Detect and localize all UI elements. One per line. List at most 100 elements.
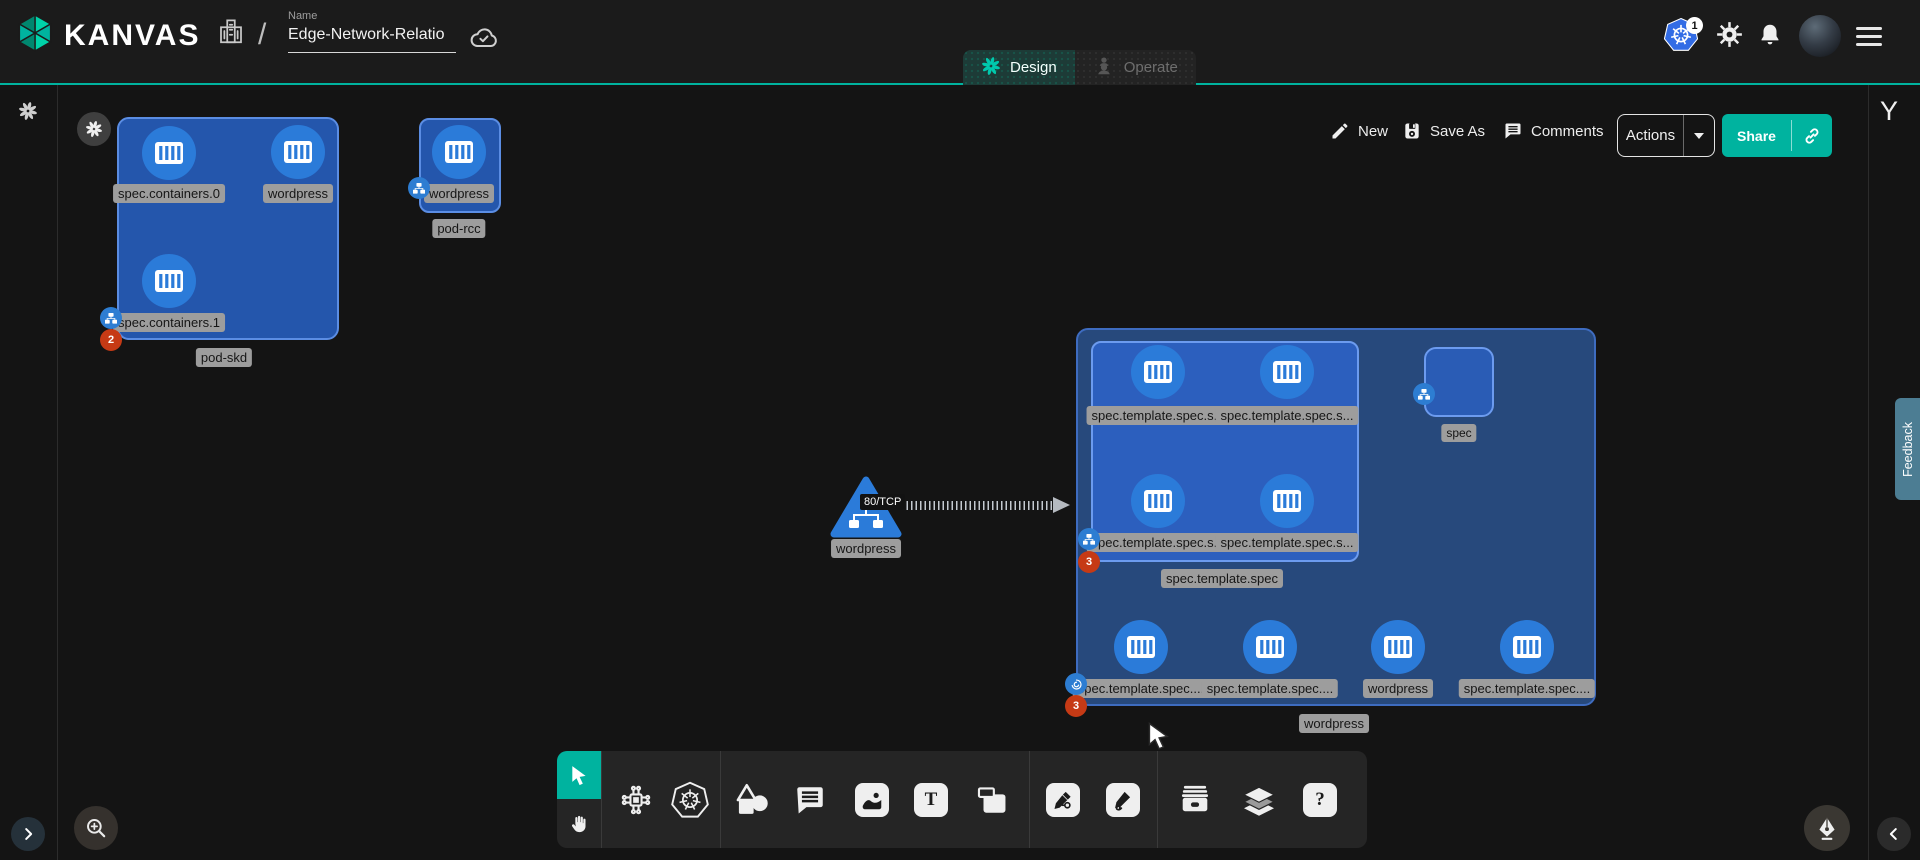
components-tool-button[interactable] [618, 751, 654, 848]
mouse-cursor [1146, 722, 1172, 755]
kanvas-app: KANVAS / Name Edge-Network-Relatio [0, 0, 1920, 860]
container-node[interactable] [1243, 620, 1297, 674]
node-label: spec.template.spec.s... [1216, 406, 1359, 425]
comment-tool-button[interactable] [793, 751, 827, 848]
chevron-down-icon [1694, 133, 1704, 139]
copy-link-button[interactable] [1792, 125, 1832, 147]
container-node[interactable] [1371, 620, 1425, 674]
note-icon [975, 783, 1009, 817]
tab-operate-label: Operate [1124, 59, 1178, 76]
service-node[interactable] [830, 476, 902, 545]
error-count-badge[interactable]: 3 [1078, 551, 1100, 573]
network-edge[interactable] [902, 501, 1054, 510]
design-name-field[interactable]: Name Edge-Network-Relatio [288, 10, 456, 53]
design-name-value[interactable]: Edge-Network-Relatio [288, 26, 456, 53]
node-label: spec.containers.0 [113, 184, 225, 203]
collapse-right-panel-button[interactable] [1877, 817, 1911, 851]
share-nodes-icon [1078, 528, 1100, 550]
container-node[interactable] [1500, 620, 1554, 674]
tab-design[interactable]: Design [963, 50, 1075, 85]
comments-button[interactable]: Comments [1503, 121, 1604, 141]
container-icon [1384, 636, 1412, 658]
container-node[interactable] [142, 254, 196, 308]
container-node[interactable] [271, 125, 325, 179]
note-tool-button[interactable] [975, 751, 1009, 848]
group-spec[interactable] [1424, 347, 1494, 417]
container-node[interactable] [1260, 474, 1314, 528]
canvas-toolbar: T [557, 751, 1367, 848]
group-label: wordpress [1299, 714, 1369, 733]
user-avatar[interactable] [1799, 15, 1841, 57]
container-node[interactable] [142, 126, 196, 180]
toolbar-divider [720, 751, 721, 848]
toolbar-divider [601, 751, 602, 848]
container-node[interactable] [1131, 345, 1185, 399]
cloud-save-status-icon [468, 22, 500, 59]
swirl-icon [1065, 673, 1087, 695]
freehand-tool-button[interactable] [1106, 751, 1140, 848]
group-label: pod-skd [196, 348, 252, 367]
help-tool-button[interactable]: ? [1303, 751, 1337, 848]
kubernetes-icon [671, 781, 709, 819]
zoom-in-button[interactable] [74, 806, 118, 850]
kubernetes-tool-button[interactable] [671, 751, 709, 848]
hamburger-menu-icon[interactable] [1856, 27, 1882, 46]
expand-left-panel-button[interactable] [11, 817, 45, 851]
canvas-flower-button[interactable] [77, 112, 111, 146]
image-tool-button[interactable] [855, 751, 889, 848]
organization-icon[interactable] [216, 16, 246, 51]
container-icon [1144, 490, 1172, 512]
save-as-button[interactable]: Save As [1402, 121, 1485, 141]
feedback-label: Feedback [1901, 422, 1915, 477]
operate-people-icon [1093, 55, 1115, 81]
container-icon [1144, 361, 1172, 383]
error-count-badge[interactable]: 3 [1065, 695, 1087, 717]
feedback-tab[interactable]: Feedback [1895, 398, 1920, 500]
brand[interactable]: KANVAS [16, 14, 200, 57]
actions-dropdown-toggle[interactable] [1684, 133, 1714, 139]
node-label: wordpress [424, 184, 494, 203]
text-tool-button[interactable]: T [914, 751, 948, 848]
edge-arrowhead-icon [1053, 497, 1070, 513]
container-icon [445, 141, 473, 163]
link-icon [1801, 125, 1823, 147]
container-node[interactable] [1131, 474, 1185, 528]
share-nodes-icon [100, 307, 122, 329]
node-label: wordpress [1363, 679, 1433, 698]
app-header: KANVAS / Name Edge-Network-Relatio [0, 0, 1920, 85]
drawer-icon [1177, 782, 1213, 818]
container-node[interactable] [1260, 345, 1314, 399]
pen-tool-button[interactable] [1046, 751, 1080, 848]
shapes-tool-button[interactable] [734, 751, 770, 848]
left-rail-divider [57, 85, 58, 860]
group-label: pod-rcc [432, 219, 485, 238]
shapes-icon [734, 782, 770, 818]
share-button[interactable]: Share [1722, 114, 1832, 157]
layers-tool-button[interactable] [1241, 751, 1277, 848]
new-label: New [1358, 123, 1388, 140]
actions-button[interactable]: Actions [1617, 114, 1715, 157]
container-node[interactable] [432, 125, 486, 179]
text-tool-glyph: T [914, 783, 948, 817]
node-label: wordpress [263, 184, 333, 203]
pen-nib-button[interactable] [1804, 805, 1850, 851]
settings-gear-icon[interactable] [1716, 21, 1743, 53]
select-tool-button[interactable] [557, 751, 601, 799]
node-label: wordpress [831, 539, 901, 558]
container-icon [284, 141, 312, 163]
container-icon [1273, 490, 1301, 512]
history-spiral-icon[interactable] [18, 101, 38, 126]
container-node[interactable] [1114, 620, 1168, 674]
drawer-tool-button[interactable] [1177, 751, 1213, 848]
new-button[interactable]: New [1330, 121, 1388, 141]
pan-tool-button[interactable] [557, 799, 601, 848]
error-count-badge[interactable]: 2 [100, 329, 122, 351]
tab-operate[interactable]: Operate [1075, 50, 1196, 85]
comments-label: Comments [1531, 123, 1604, 140]
share-nodes-icon [408, 177, 430, 199]
kubernetes-context-count-badge[interactable]: 1 [1686, 17, 1703, 34]
hand-icon [568, 813, 590, 835]
notifications-bell-icon[interactable] [1757, 22, 1783, 53]
image-icon [860, 788, 884, 812]
layer5-y-logo: Y [1880, 96, 1898, 127]
